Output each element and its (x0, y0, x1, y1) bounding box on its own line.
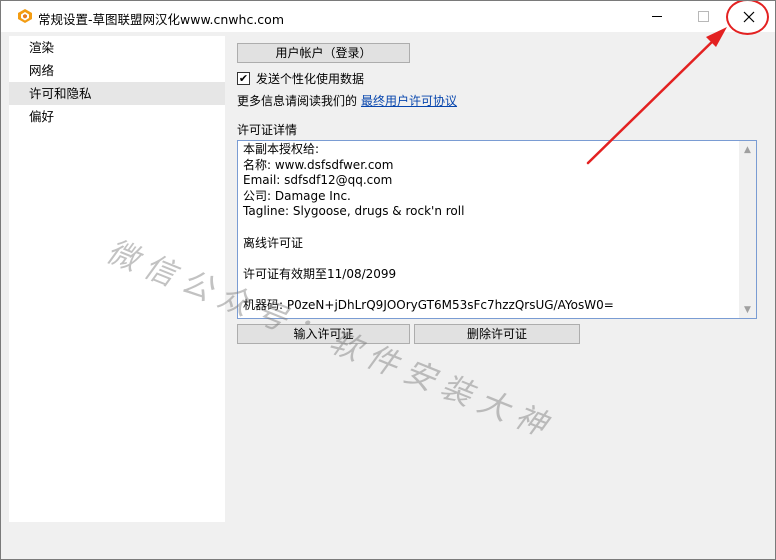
title-bar[interactable]: 常规设置-草图联盟网汉化www.cnwhc.com (1, 1, 775, 35)
license-line (243, 282, 741, 298)
sidebar-item-network[interactable]: 网络 (9, 59, 225, 82)
settings-window: 常规设置-草图联盟网汉化www.cnwhc.com 渲染 网络 许可和隐私 偏好… (0, 0, 776, 560)
license-privacy-panel: 用户帐户（登录） ✔ 发送个性化使用数据 更多信息请阅读我们的 最终用户许可协议 … (229, 36, 767, 522)
license-line: 离线许可证 (243, 235, 304, 250)
sidebar-item-license-privacy[interactable]: 许可和隐私 (9, 82, 225, 105)
license-text: 本副本授权给: 名称: www.dsfsdfwer.com Email: sdf… (243, 142, 741, 314)
import-license-button[interactable]: 输入许可证 (237, 324, 410, 344)
window-title: 常规设置-草图联盟网汉化www.cnwhc.com (38, 12, 284, 27)
license-scrollbar[interactable]: ▲ ▼ (739, 141, 756, 318)
license-line: Email: sdfsdf12@qq.com (243, 173, 393, 188)
close-button[interactable] (726, 1, 772, 32)
minimize-icon (652, 16, 662, 17)
send-data-option[interactable]: ✔ 发送个性化使用数据 (237, 69, 364, 87)
close-icon (743, 11, 755, 22)
license-line: 本副本授权给: (243, 142, 320, 156)
eula-link[interactable]: 最终用户许可协议 (361, 94, 457, 108)
license-line: Tagline: Slygoose, drugs & rock'n roll (243, 204, 465, 219)
minimize-button[interactable] (634, 1, 680, 32)
more-info-text: 更多信息请阅读我们的 (237, 94, 358, 108)
send-data-label: 发送个性化使用数据 (256, 71, 365, 86)
user-account-button[interactable]: 用户帐户（登录） (237, 43, 410, 63)
maximize-button[interactable] (680, 1, 726, 32)
license-line: 许可证有效期至11/08/2099 (243, 266, 397, 281)
license-line (243, 251, 741, 267)
window-footer (1, 526, 775, 559)
license-line (243, 220, 741, 236)
license-line: 公司: Damage Inc. (243, 188, 351, 203)
more-info-line: 更多信息请阅读我们的 最终用户许可协议 (237, 92, 457, 109)
sketchup-logo-icon (18, 9, 32, 23)
remove-license-button[interactable]: 删除许可证 (414, 324, 580, 344)
license-line: 名称: www.dsfsdfwer.com (243, 157, 394, 172)
license-details-textbox[interactable]: 本副本授权给: 名称: www.dsfsdfwer.com Email: sdf… (237, 140, 757, 319)
sidebar-item-rendering[interactable]: 渲染 (9, 36, 225, 59)
scroll-up-icon[interactable]: ▲ (739, 141, 756, 158)
settings-sidebar: 渲染 网络 许可和隐私 偏好 (9, 36, 225, 522)
license-details-label: 许可证详情 (237, 123, 298, 137)
check-mark-icon: ✔ (238, 71, 249, 85)
scroll-down-icon[interactable]: ▼ (739, 301, 756, 318)
send-data-checkbox[interactable]: ✔ (237, 71, 250, 85)
sidebar-item-preferences[interactable]: 偏好 (9, 105, 225, 128)
maximize-icon (697, 11, 709, 22)
license-line: 机器码: P0zeN+jDhLrQ9JOOryGT6M53sFc7hzzQrsU… (243, 297, 614, 312)
